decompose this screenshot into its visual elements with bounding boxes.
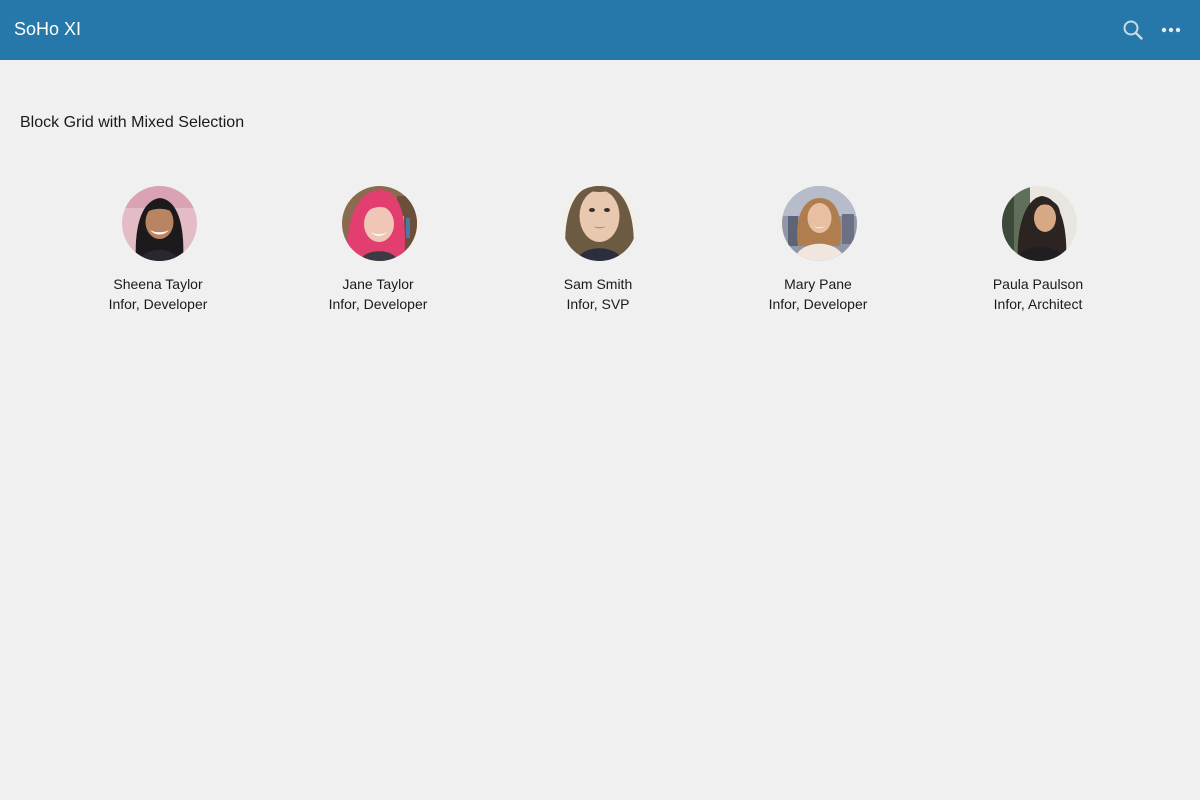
person-role: Infor, Developer — [768, 296, 868, 312]
block-item-sheena-taylor[interactable]: Sheena Taylor Infor, Developer — [50, 185, 270, 320]
avatar — [1002, 186, 1077, 261]
app-title: SoHo XI — [14, 19, 82, 39]
person-name: Paula Paulson — [992, 276, 1084, 292]
avatar — [782, 186, 857, 261]
avatar — [342, 186, 417, 261]
search-button[interactable] — [1120, 17, 1146, 43]
block-item-paula-paulson[interactable]: Paula Paulson Infor, Architect — [930, 185, 1150, 320]
person-role: Infor, Developer — [328, 296, 428, 312]
block-item-sam-smith[interactable]: Sam Smith Infor, SVP — [490, 185, 710, 320]
block-item-mary-pane[interactable]: Mary Pane Infor, Developer — [710, 185, 930, 320]
search-icon — [1123, 20, 1143, 40]
more-actions-button[interactable] — [1158, 17, 1184, 43]
person-name: Sam Smith — [563, 276, 633, 292]
avatar — [122, 186, 197, 261]
avatar — [562, 186, 637, 261]
person-role: Infor, SVP — [566, 296, 630, 312]
person-role: Infor, Developer — [108, 296, 208, 312]
page-title: Block Grid with Mixed Selection — [20, 114, 245, 131]
person-name: Sheena Taylor — [113, 276, 203, 292]
block-item-jane-taylor[interactable]: Jane Taylor Infor, Developer — [270, 185, 490, 320]
person-role: Infor, Architect — [993, 296, 1083, 312]
app-header: SoHo XI — [0, 0, 1200, 60]
block-grid: Sheena Taylor Infor, Developer Jane Tayl… — [50, 185, 1150, 325]
person-name: Mary Pane — [784, 276, 852, 292]
more-horizontal-icon — [1161, 27, 1181, 33]
person-name: Jane Taylor — [342, 276, 414, 292]
